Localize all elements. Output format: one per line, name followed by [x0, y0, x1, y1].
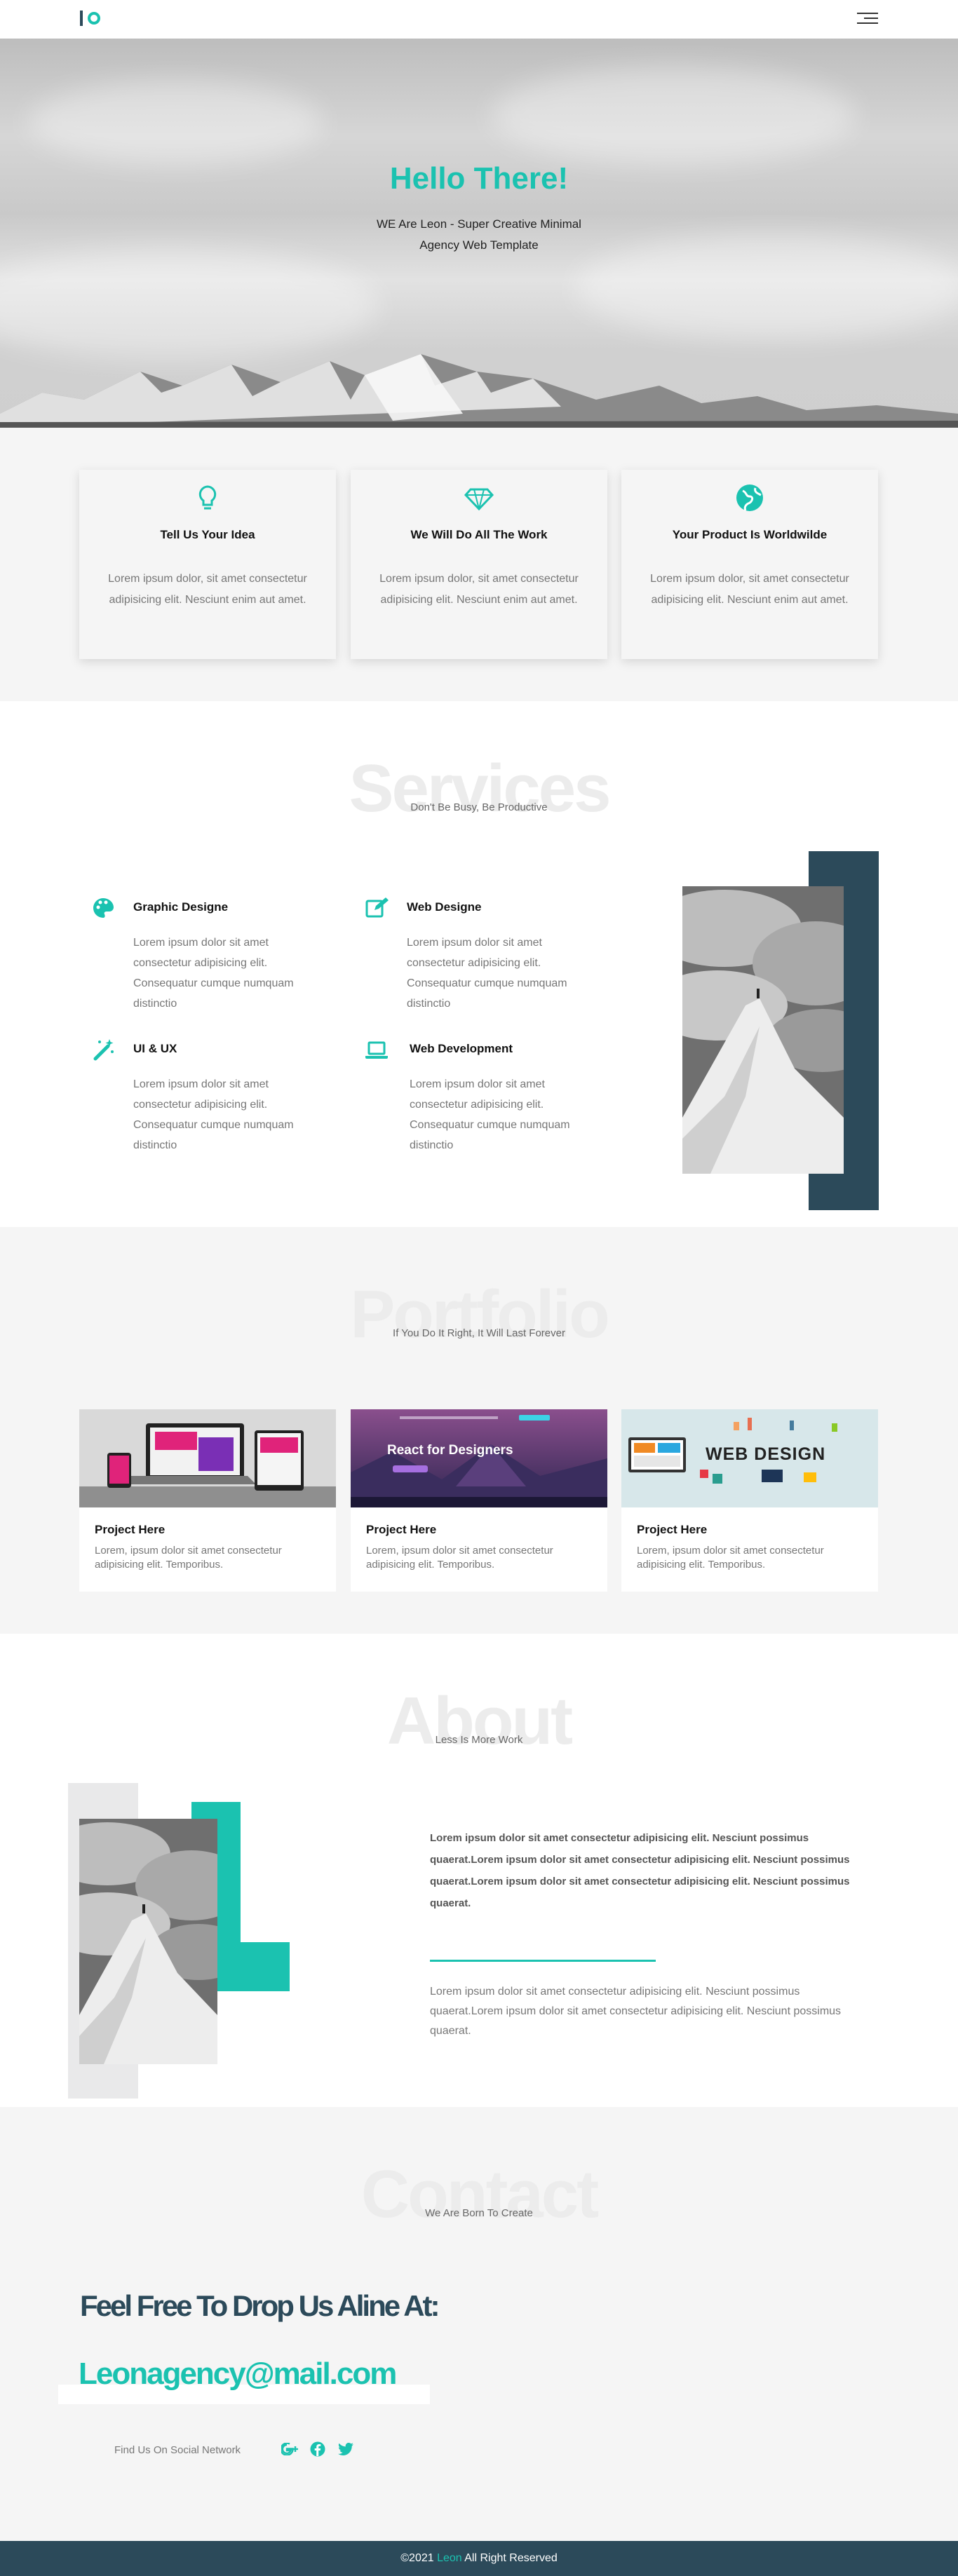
logo-ring: [88, 12, 100, 25]
about-subheading: Less Is More Work: [435, 1734, 523, 1746]
services-image: [682, 886, 844, 1174]
facebook-icon[interactable]: [309, 2441, 326, 2458]
social-label: Find Us On Social Network: [114, 2444, 241, 2456]
footer-rights: All Right Reserved: [464, 2552, 558, 2564]
laptop-icon: [365, 1041, 388, 1059]
feature-card: Your Product Is Worldwilde Lorem ipsum d…: [621, 470, 878, 659]
lightbulb-icon: [198, 485, 217, 510]
magic-wand-icon: [93, 1039, 114, 1061]
service-text: Lorem ipsum dolor sit amet consectetur a…: [133, 937, 294, 1010]
service-text: Lorem ipsum dolor sit amet consectetur a…: [407, 937, 567, 1010]
footer-brand[interactable]: Leon: [437, 2552, 462, 2564]
social-icons: [281, 2441, 354, 2458]
about-section: About Less Is More Work Lorem ipsum dolo…: [0, 1634, 958, 2107]
portfolio-heading: Portfolio: [350, 1277, 610, 1352]
service-text: Lorem ipsum dolor sit amet consectetur a…: [133, 1078, 294, 1151]
hamburger-icon[interactable]: [857, 13, 878, 25]
footer-copyright: ©2021: [400, 2552, 434, 2564]
logo-bar: [80, 11, 83, 26]
feature-text: Lorem ipsum dolor, sit amet consectetur …: [108, 573, 307, 606]
portfolio-subheading: If You Do It Right, It Will Last Forever: [393, 1327, 565, 1339]
hero-subtitle: WE Are Leon - Super Creative Minimal Age…: [377, 217, 581, 252]
project-text: Lorem, ipsum dolor sit amet consectetur …: [637, 1545, 824, 1571]
features-section: Tell Us Your Idea Lorem ipsum dolor, sit…: [0, 428, 958, 701]
portfolio-section: Portfolio If You Do It Right, It Will La…: [0, 1227, 958, 1634]
feature-text: Lorem ipsum dolor, sit amet consectetur …: [379, 573, 579, 606]
diamond-icon: [464, 488, 494, 511]
about-bold-text: Lorem ipsum dolor sit amet consectetur a…: [430, 1832, 850, 1909]
site-logo[interactable]: [80, 10, 100, 27]
contact-heading: Contact: [360, 2157, 599, 2232]
thumbnail-caption: React for Designers: [387, 1443, 513, 1458]
services-heading: Services: [349, 751, 611, 826]
hero-section: Hello There! WE Are Leon - Super Creativ…: [0, 39, 958, 428]
feature-title: Tell Us Your Idea: [160, 528, 255, 541]
about-heading: About: [386, 1683, 573, 1758]
project-thumbnail: WEB DESIGN: [621, 1409, 878, 1507]
about-divider: [430, 1960, 656, 1962]
contact-email-link[interactable]: Leonagency@mail.com: [79, 2357, 397, 2392]
project-text: Lorem, ipsum dolor sit amet consectetur …: [366, 1545, 553, 1571]
project-text: Lorem, ipsum dolor sit amet consectetur …: [95, 1545, 282, 1571]
portfolio-card[interactable]: React for Designers Project Here Lorem, …: [351, 1409, 607, 1592]
about-text: Lorem ipsum dolor sit amet consectetur a…: [430, 1986, 842, 2037]
footer: ©2021 Leon All Right Reserved: [0, 2541, 958, 2576]
thumbnail-caption: WEB DESIGN: [706, 1444, 826, 1464]
feature-card: Tell Us Your Idea Lorem ipsum dolor, sit…: [79, 470, 336, 659]
services-subheading: Don't Be Busy, Be Productive: [410, 801, 548, 813]
hero-title: Hello There!: [389, 161, 569, 196]
globe-icon: [736, 484, 763, 511]
feature-title: We Will Do All The Work: [410, 528, 548, 541]
project-title: Project Here: [637, 1523, 708, 1536]
service-title: Web Designe: [407, 900, 482, 914]
feature-title: Your Product Is Worldwilde: [672, 528, 828, 541]
twitter-icon[interactable]: [337, 2441, 354, 2458]
project-title: Project Here: [366, 1523, 437, 1536]
project-thumbnail: [79, 1409, 336, 1507]
project-thumbnail: React for Designers: [351, 1409, 607, 1507]
portfolio-card[interactable]: WEB DESIGN Project Here Lorem, ipsum dol…: [621, 1409, 878, 1592]
google-plus-icon[interactable]: [281, 2441, 298, 2458]
contact-subheading: We Are Born To Create: [425, 2207, 533, 2219]
mountain-image: [0, 354, 958, 428]
contact-headline: Feel Free To Drop Us Aline At:: [80, 2289, 440, 2322]
project-title: Project Here: [95, 1523, 166, 1536]
feature-card: We Will Do All The Work Lorem ipsum dolo…: [351, 470, 607, 659]
service-title: Graphic Designe: [133, 900, 229, 914]
service-text: Lorem ipsum dolor sit amet consectetur a…: [410, 1078, 570, 1151]
contact-section: Contact We Are Born To Create Feel Free …: [0, 2107, 958, 2541]
top-nav: [0, 0, 958, 39]
services-section: Services Don't Be Busy, Be Productive Gr…: [0, 701, 958, 1227]
portfolio-card[interactable]: Project Here Lorem, ipsum dolor sit amet…: [79, 1409, 336, 1592]
about-image: [79, 1819, 217, 2064]
service-title: UI & UX: [133, 1042, 177, 1055]
service-title: Web Development: [410, 1042, 513, 1055]
feature-text: Lorem ipsum dolor, sit amet consectetur …: [650, 573, 849, 606]
edit-icon: [365, 897, 389, 918]
palette-icon: [93, 898, 114, 918]
